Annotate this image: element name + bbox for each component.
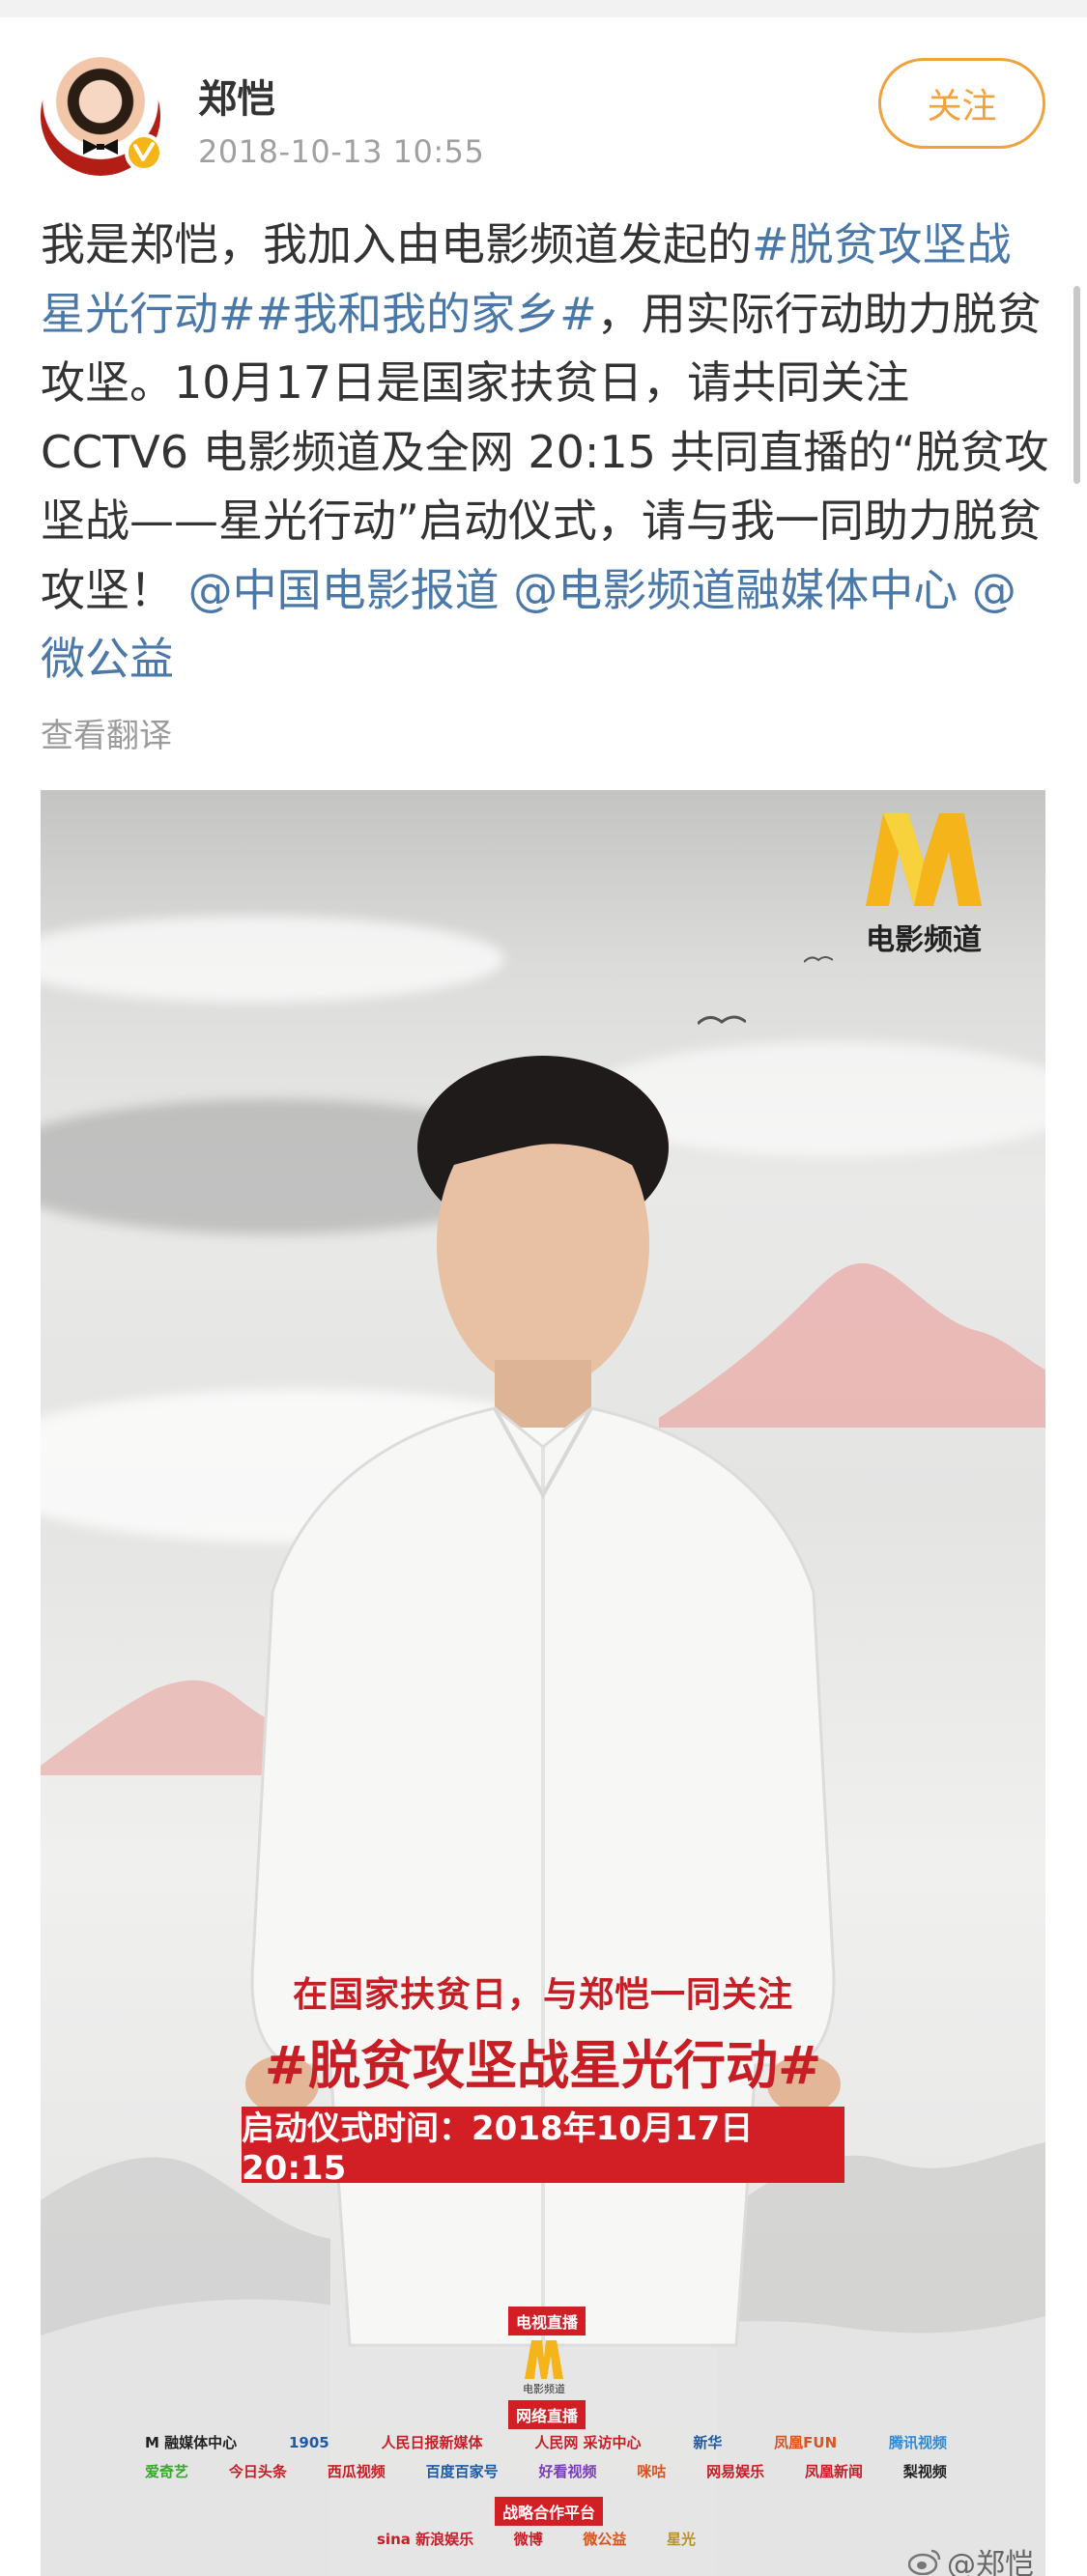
partner-logo: 梨视频 [902,2463,947,2480]
partner-logo: 咪咕 [637,2463,667,2480]
poster-time-banner: 启动仪式时间：2018年10月17日20:15 [242,2107,844,2188]
person-illustration [245,1056,841,2347]
partner-logo: 人民网 采访中心 [534,2434,642,2451]
tv-logo-caption: 电影频道 [523,2383,565,2395]
post-text-part1: 我是郑恺，我加入由电影频道发起的 [41,218,752,270]
partner-logo: 爱奇艺 [145,2463,189,2480]
partner-logo: 新华 [693,2434,723,2451]
top-separator [0,0,1087,17]
poster-headline: 在国家扶贫日，与郑恺一同关注 [292,1975,793,2015]
post-timestamp: 2018-10-13 10:55 [198,133,485,170]
partner-logos-row: sina 新浪娱乐 微博 微公益 星光 [377,2529,696,2549]
partner-logo: 好看视频 [538,2463,597,2480]
partner-logo: 星光 [666,2531,696,2548]
watermark-text: @郑恺 [947,2548,1034,2576]
partner-logo: 百度百家号 [425,2463,499,2480]
partner-logo: M 融媒体中心 [145,2434,238,2451]
partner-logo: 网易娱乐 [706,2463,765,2480]
scrollbar[interactable] [1073,286,1080,484]
bird-icon [804,956,833,963]
partner-logo: 1905 [288,2433,329,2451]
mention-link[interactable]: @中国电影报道 [188,564,500,616]
author-name[interactable]: 郑恺 [198,68,275,124]
brand-name: 电影频道 [866,924,982,956]
partner-logo: 微博 [513,2531,543,2548]
follow-button[interactable]: 关注 [878,58,1045,149]
partner-logos-row: 爱奇艺 今日头条 西瓜视频 百度百家号 好看视频 咪咕 网易娱乐 凤凰新闻 梨视… [145,2461,947,2481]
partner-logo: 今日头条 [228,2463,287,2480]
partner-logo: 人民日报新媒体 [381,2434,483,2451]
partner-logo: 西瓜视频 [327,2463,386,2480]
film-channel-logo: 电影频道 [846,813,1001,958]
cloud-mist [41,916,504,1003]
poster-hashtag: #脱贫攻坚战星光行动# [264,2035,822,2096]
tv-live-tag: 电视直播 [508,2307,586,2335]
web-live-tag: 网络直播 [508,2400,586,2429]
weibo-watermark: @郑恺 [908,2540,1034,2576]
partner-logo: 凤凰FUN [774,2434,838,2451]
post-body: 我是郑恺，我加入由电影频道发起的#脱贫攻坚战星光行动##我和我的家乡#，用实际行… [41,211,1053,694]
partner-logo: 凤凰新闻 [805,2463,864,2480]
m-logo-icon [866,813,982,906]
partner-logos-row: M 融媒体中心 1905 人民日报新媒体 人民网 采访中心 新华 凤凰FUN 腾… [145,2432,947,2452]
hashtag-link[interactable]: #我和我的家乡# [256,288,597,340]
translate-link[interactable]: 查看翻译 [41,709,172,756]
partner-logo: 微公益 [583,2531,627,2548]
m-logo-icon [525,2340,563,2379]
strategic-partner-tag: 战略合作平台 [495,2497,604,2526]
weibo-icon [908,2549,941,2575]
mention-link[interactable]: @电影频道融媒体中心 [513,564,958,616]
partner-logo: 腾讯视频 [888,2434,947,2451]
bowtie-icon [83,139,118,155]
partner-logo: sina 新浪娱乐 [377,2531,474,2548]
verified-badge-icon [125,133,163,172]
